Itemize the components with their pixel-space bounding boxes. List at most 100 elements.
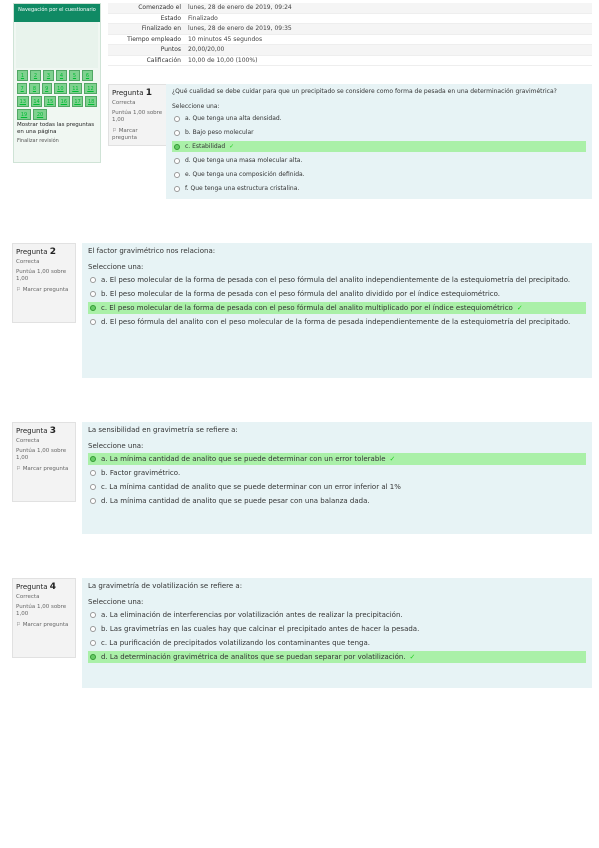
flag-question-button[interactable]: ⚐ Marcar pregunta [16,622,72,629]
question-points: Puntúa 1,00 sobre 1,00 [16,448,67,461]
radio-button[interactable] [90,498,96,504]
nav-button-15[interactable]: 15 [44,96,57,107]
question-state: Correcta [112,100,136,106]
question-text: La sensibilidad en gravimetría se refier… [88,426,238,434]
nav-row-1: 1 2 3 4 5 6 [14,70,100,81]
radio-button[interactable] [90,654,96,660]
radio-button[interactable] [174,144,180,150]
nav-button-1[interactable]: 1 [17,70,28,81]
question-points: Puntúa 1,00 sobre 1,00 [16,604,67,617]
flag-icon: ⚐ [16,287,21,293]
answer-option[interactable]: f. Que tenga una estructura cristalina. [172,183,586,194]
question-body: La sensibilidad en gravimetría se refier… [82,422,592,534]
nav-button-7[interactable]: 7 [17,83,28,94]
nav-button-12[interactable]: 12 [83,83,97,94]
answer-option[interactable]: e. Que tenga una composición definida. [172,169,586,180]
select-prompt: Seleccione una: [88,442,144,450]
radio-button[interactable] [174,158,180,164]
radio-button[interactable] [90,305,96,311]
radio-button[interactable] [174,130,180,136]
radio-button[interactable] [90,612,96,618]
flag-question-button[interactable]: ⚐ Marcar pregunta [112,128,164,142]
answer-option[interactable]: b. Las gravimetrías en las cuales hay qu… [88,623,586,635]
question-4: Pregunta 4 Correcta Puntúa 1,00 sobre 1,… [12,578,592,688]
nav-button-4[interactable]: 4 [56,70,67,81]
nav-row-2: 7 8 9 10 11 12 [14,83,100,94]
summary-row: Estado Finalizado [108,14,592,24]
question-state: Correcta [16,259,40,265]
question-state: Correcta [16,438,40,444]
radio-button[interactable] [90,470,96,476]
nav-button-14[interactable]: 14 [30,96,43,107]
show-all-link[interactable]: Mostrar todas las preguntas en una págin… [14,122,100,136]
nav-button-19[interactable]: 19 [17,109,31,120]
answer-option[interactable]: b. El peso molecular de la forma de pesa… [88,288,586,300]
finish-review-link[interactable]: Finalizar revisión [14,138,100,144]
nav-button-5[interactable]: 5 [69,70,80,81]
flag-question-button[interactable]: ⚐ Marcar pregunta [16,466,72,473]
radio-button[interactable] [90,277,96,283]
radio-button[interactable] [90,640,96,646]
radio-button[interactable] [174,172,180,178]
summary-row: Calificación 10,00 de 10,00 (100%) [108,56,592,66]
answer-option[interactable]: d. El peso fórmula del analito con el pe… [88,316,586,328]
nav-button-10[interactable]: 10 [53,83,67,94]
answer-option[interactable]: a. Que tenga una alta densidad. [172,113,586,124]
radio-button[interactable] [90,456,96,462]
flag-icon: ⚐ [16,622,21,628]
nav-button-6[interactable]: 6 [82,70,93,81]
nav-button-17[interactable]: 17 [71,96,84,107]
nav-row-3: 13 14 15 16 17 18 [14,96,100,107]
answer-option[interactable]: c. La purificación de precipitados volat… [88,637,586,649]
nav-button-8[interactable]: 8 [29,83,40,94]
answer-option-correct[interactable]: a. La mínima cantidad de analito que se … [88,453,586,465]
nav-button-18[interactable]: 18 [85,96,98,107]
nav-button-3[interactable]: 3 [43,70,54,81]
question-1: Pregunta 1 Correcta Puntúa 1,00 sobre 1,… [108,84,592,199]
nav-button-13[interactable]: 13 [17,96,29,107]
nav-button-16[interactable]: 16 [58,96,70,107]
select-prompt: Seleccione una: [88,598,144,606]
question-info: Pregunta 4 Correcta Puntúa 1,00 sobre 1,… [12,578,76,658]
question-points: Puntúa 1,00 sobre 1,00 [112,110,163,123]
radio-button[interactable] [90,291,96,297]
question-text: ¿Qué cualidad se debe cuidar para que un… [172,88,557,95]
radio-button[interactable] [90,484,96,490]
select-prompt: Seleccione una: [172,103,220,110]
question-body: El factor gravimétrico nos relaciona: Se… [82,243,592,378]
question-state: Correcta [16,594,40,600]
flag-question-button[interactable]: ⚐ Marcar pregunta [16,287,72,294]
answer-option[interactable]: a. El peso molecular de la forma de pesa… [88,274,586,286]
answer-option[interactable]: b. Bajo peso molecular [172,127,586,138]
nav-title: Navegación por el cuestionario [14,4,100,22]
nav-button-11[interactable]: 11 [68,83,82,94]
question-body: La gravimetría de volatilización se refi… [82,578,592,688]
radio-button[interactable] [90,626,96,632]
radio-button[interactable] [90,319,96,325]
answer-option-correct[interactable]: d. La determinación gravimétrica de anal… [88,651,586,663]
nav-button-20[interactable]: 20 [33,109,47,120]
check-icon: ✓ [229,143,235,150]
answer-option-correct[interactable]: c. El peso molecular de la forma de pesa… [88,302,586,314]
answer-option[interactable]: d. La mínima cantidad de analito que se … [88,495,586,507]
radio-button[interactable] [174,116,180,122]
radio-button[interactable] [174,186,180,192]
nav-button-9[interactable]: 9 [41,83,52,94]
flag-icon: ⚐ [112,128,117,134]
question-text: La gravimetría de volatilización se refi… [88,582,243,590]
nav-row-4: 19 20 [14,109,100,120]
answer-option[interactable]: c. La mínima cantidad de analito que se … [88,481,586,493]
answer-option[interactable]: d. Que tenga una masa molecular alta. [172,155,586,166]
answer-option[interactable]: b. Factor gravimétrico. [88,467,586,479]
check-icon: ✓ [389,455,396,463]
question-body: ¿Qué cualidad se debe cuidar para que un… [166,84,592,199]
summary-row: Tiempo empleado 10 minutos 45 segundos [108,35,592,45]
answer-option-correct[interactable]: c. Estabilidad ✓ [172,141,586,152]
question-text: El factor gravimétrico nos relaciona: [88,247,216,255]
summary-row: Comenzado el lunes, 28 de enero de 2019, … [108,3,592,14]
question-points: Puntúa 1,00 sobre 1,00 [16,269,67,282]
select-prompt: Seleccione una: [88,263,144,271]
answer-option[interactable]: a. La eliminación de interferencias por … [88,609,586,621]
question-info: Pregunta 3 Correcta Puntúa 1,00 sobre 1,… [12,422,76,502]
nav-button-2[interactable]: 2 [30,70,41,81]
